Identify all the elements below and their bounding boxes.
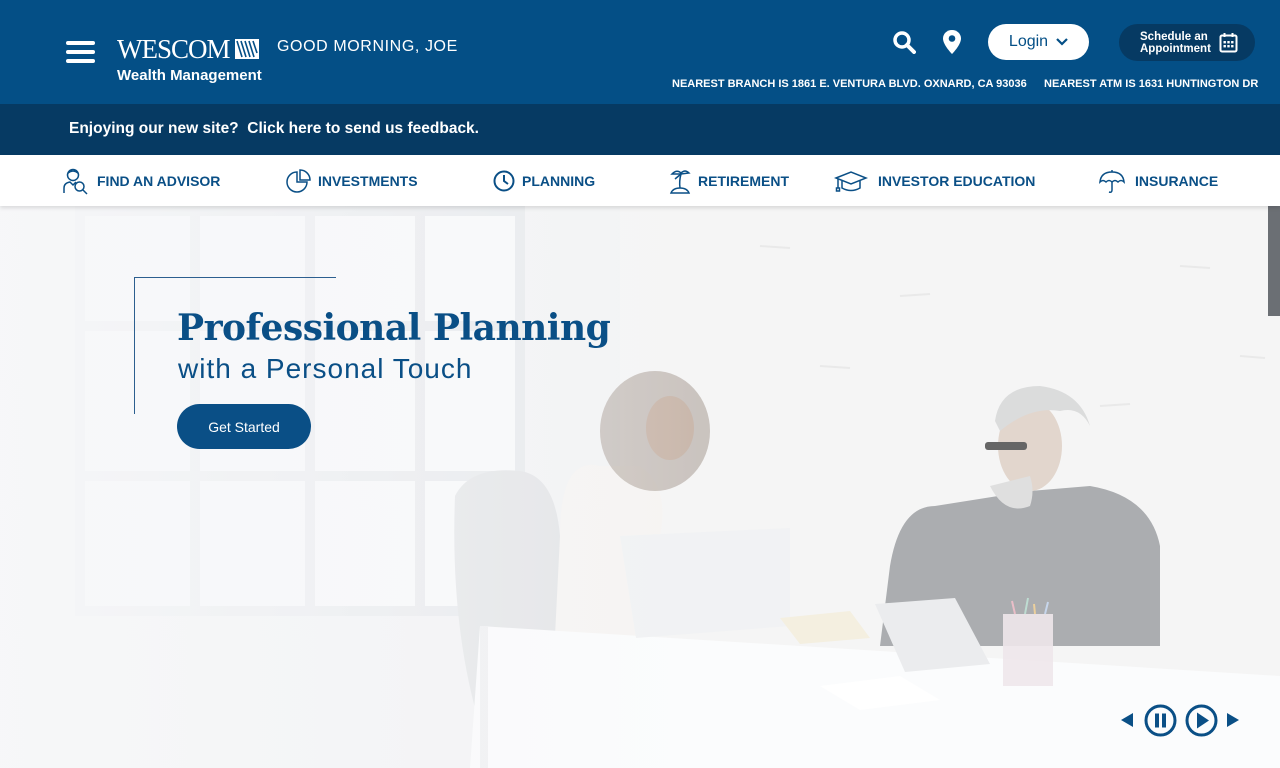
nav-item-find-an-advisor[interactable]: FIND AN ADVISOR bbox=[62, 167, 220, 195]
chevron-down-icon bbox=[1056, 38, 1068, 46]
advisor-search-icon bbox=[63, 168, 88, 195]
nav-item-insurance[interactable]: INSURANCE bbox=[1098, 167, 1218, 195]
play-icon[interactable] bbox=[1185, 704, 1218, 737]
hero-image bbox=[0, 206, 1280, 768]
search-icon[interactable] bbox=[892, 30, 916, 54]
umbrella-icon bbox=[1099, 170, 1125, 193]
nav-label: INVESTMENTS bbox=[318, 173, 418, 189]
brand-subtitle: Wealth Management bbox=[117, 67, 262, 84]
get-started-button[interactable]: Get Started bbox=[177, 404, 311, 449]
schedule-label-line2: Appointment bbox=[1140, 42, 1211, 55]
nearest-atm-link[interactable]: NEAREST ATM IS 1631 HUNTINGTON DR bbox=[1044, 78, 1258, 90]
top-header: WESCOM Wealth Management GOOD MORNING, J… bbox=[0, 0, 1280, 104]
hero-frame-line bbox=[134, 277, 135, 414]
brand-name: WESCOM bbox=[117, 34, 231, 64]
pie-chart-icon bbox=[286, 168, 311, 193]
hero-title: Professional Planning bbox=[177, 307, 611, 349]
pause-icon[interactable] bbox=[1144, 704, 1177, 737]
login-button[interactable]: Login bbox=[988, 24, 1089, 60]
brand-logo[interactable]: WESCOM bbox=[117, 35, 259, 63]
schedule-label-line1: Schedule an bbox=[1140, 30, 1208, 43]
schedule-label: Schedule an Appointment bbox=[1140, 31, 1211, 55]
nearest-branch-link[interactable]: NEAREST BRANCH IS 1861 E. VENTURA BLVD. … bbox=[672, 78, 1027, 90]
next-icon[interactable] bbox=[1226, 712, 1240, 728]
graduation-cap-icon bbox=[834, 171, 868, 192]
nav-item-investor-education[interactable]: INVESTOR EDUCATION bbox=[834, 167, 1035, 195]
hero-subtitle: with a Personal Touch bbox=[178, 353, 473, 384]
nav-item-investments[interactable]: INVESTMENTS bbox=[286, 167, 418, 195]
main-nav: FIND AN ADVISOR INVESTMENTS PLANNING RET… bbox=[0, 155, 1280, 206]
palm-tree-icon bbox=[669, 170, 691, 194]
nav-label: RETIREMENT bbox=[698, 173, 789, 189]
hero-banner: Professional Planning with a Personal To… bbox=[0, 206, 1280, 768]
nav-label: FIND AN ADVISOR bbox=[97, 173, 221, 189]
hero-frame-line bbox=[134, 277, 336, 278]
feedback-banner: Enjoying our new site? Click here to sen… bbox=[0, 104, 1280, 155]
nav-label: PLANNING bbox=[522, 173, 596, 189]
calendar-icon bbox=[1219, 33, 1238, 53]
login-label: Login bbox=[1008, 33, 1049, 50]
schedule-appointment-button[interactable]: Schedule an Appointment bbox=[1119, 24, 1255, 61]
menu-icon[interactable] bbox=[66, 41, 95, 63]
location-pin-icon[interactable] bbox=[942, 29, 962, 55]
nav-label: INVESTOR EDUCATION bbox=[878, 173, 1036, 189]
brand-mark-icon bbox=[234, 39, 259, 59]
nav-label: INSURANCE bbox=[1135, 173, 1219, 189]
nav-item-retirement[interactable]: RETIREMENT bbox=[669, 167, 789, 195]
feedback-link[interactable]: Enjoying our new site? Click here to sen… bbox=[69, 120, 479, 138]
previous-icon[interactable] bbox=[1120, 712, 1134, 728]
clock-icon bbox=[493, 170, 515, 192]
nav-item-planning[interactable]: PLANNING bbox=[493, 167, 595, 195]
greeting-text: GOOD MORNING, JOE bbox=[277, 38, 458, 55]
